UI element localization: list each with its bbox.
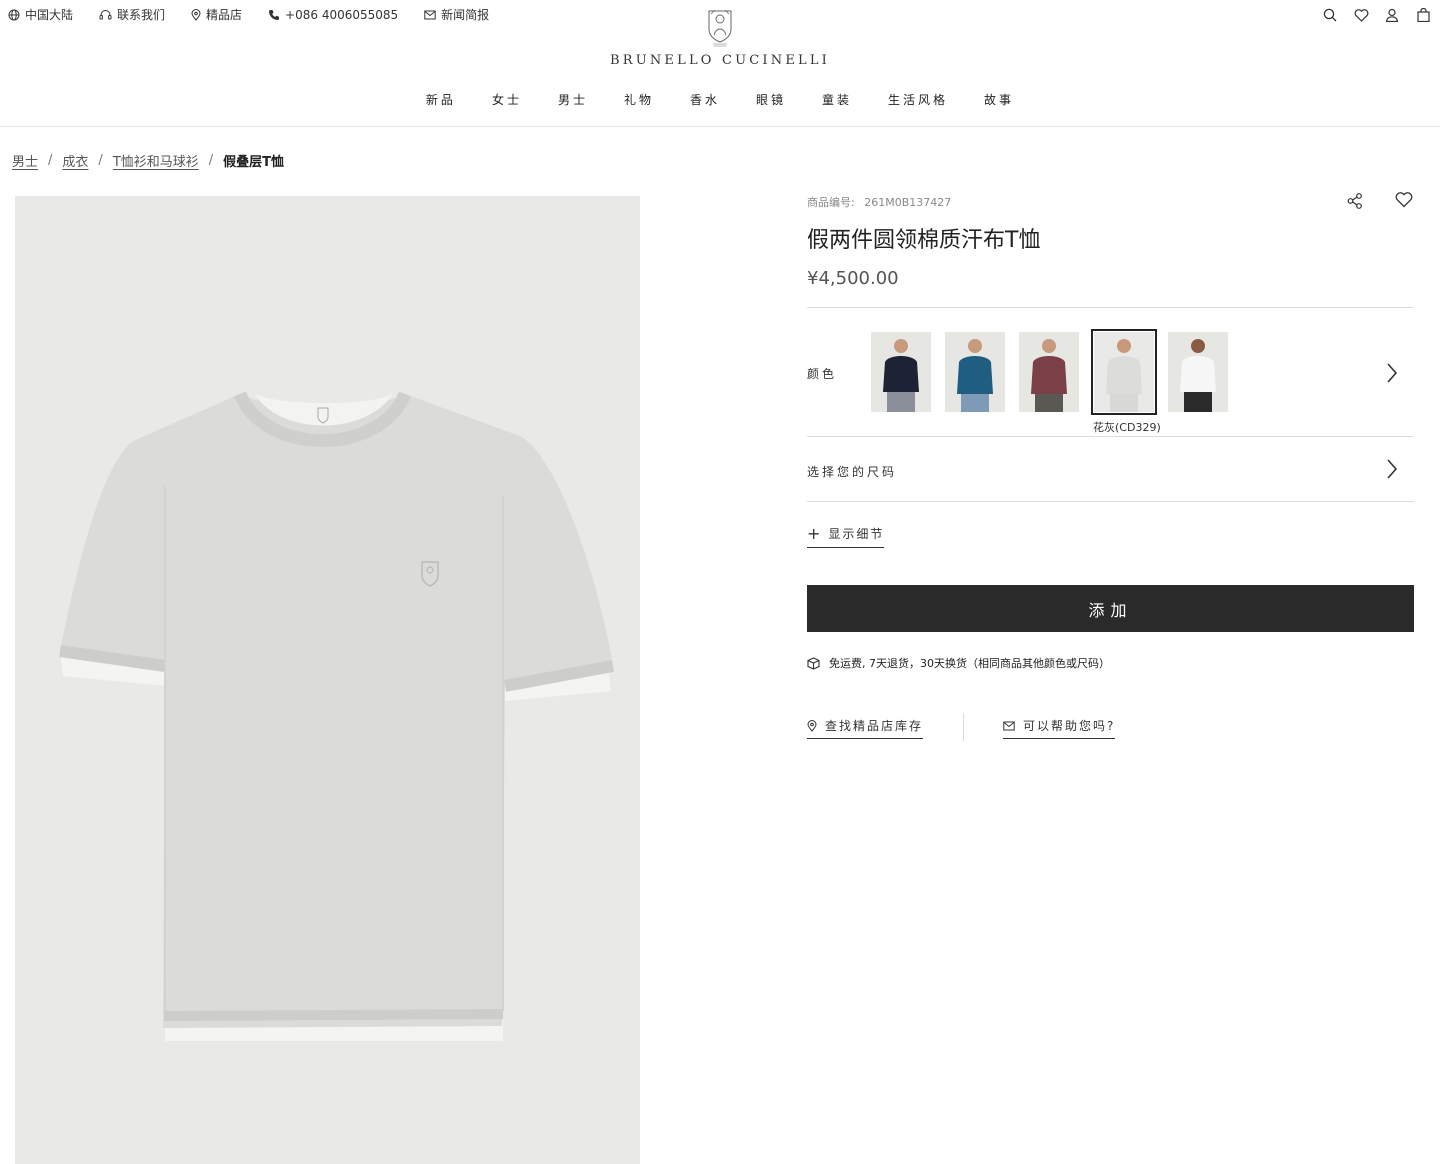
size-selector[interactable]: 选择您的尺码 [807,463,897,480]
chevron-right-icon [1387,363,1398,383]
brand-name: BRUNELLO CUCINELLI [609,53,831,68]
find-store-stock-label: 查找精品店库存 [825,719,924,733]
header-divider [0,126,1440,127]
nav-item-fragrance[interactable]: 香水 [690,91,720,108]
share-button[interactable] [1346,192,1364,210]
model-thumbnail [871,332,931,412]
brand-logo[interactable]: BRUNELLO CUCINELLI [0,5,1440,68]
brand-crest-icon [708,9,732,47]
nav-item-story[interactable]: 故事 [984,91,1014,108]
breadcrumb-current: 假叠层T恤 [223,155,285,170]
location-pin-icon [807,719,817,732]
show-details-toggle[interactable]: + 显示细节 [807,524,885,548]
model-thumbnail [1094,332,1154,412]
shipping-text: 免运费, 7天退货，30天换货（相同商品其他颜色或尺码） [829,657,1110,670]
product-wishlist-button[interactable] [1395,192,1413,210]
model-thumbnail [1019,332,1079,412]
divider [807,307,1414,308]
color-swatch-teal[interactable] [945,332,1005,412]
model-thumbnail [1168,332,1228,412]
breadcrumb-separator: / [208,153,214,168]
breadcrumb-link-tshirts[interactable]: T恤衫和马球衫 [113,151,199,170]
colors-next-button[interactable] [1385,362,1399,384]
selected-color-name: 花灰(CD329) [1093,421,1161,434]
breadcrumb-link-clothing[interactable]: 成衣 [62,151,88,170]
find-store-stock-link[interactable]: 查找精品店库存 [807,717,924,739]
divider [807,501,1414,502]
nav-item-men[interactable]: 男士 [558,91,588,108]
tshirt-illustration [59,391,615,1041]
heart-icon [1395,192,1413,208]
size-selector-chevron[interactable] [1385,458,1399,480]
product-image[interactable] [15,196,640,1164]
product-sku: 商品编号: 261M0B137427 [807,194,951,210]
color-label: 颜色 [807,367,838,381]
divider [807,436,1414,437]
color-swatch-white[interactable] [1168,332,1228,412]
main-nav: 新品 女士 男士 礼物 香水 眼镜 童装 生活风格 故事 [0,91,1440,108]
breadcrumb: 男士 / 成衣 / T恤衫和马球衫 / 假叠层T恤 [12,151,284,170]
box-icon [807,656,820,670]
share-icon [1347,193,1362,209]
add-to-bag-button[interactable]: 添加 [807,585,1414,632]
sku-label: 商品编号: [807,196,855,209]
chevron-right-icon [1387,459,1398,479]
breadcrumb-link-men[interactable]: 男士 [12,151,38,170]
nav-item-gifts[interactable]: 礼物 [624,91,654,108]
color-swatch-navy[interactable] [871,332,931,412]
nav-item-new[interactable]: 新品 [426,91,456,108]
link-divider [963,713,964,741]
breadcrumb-separator: / [98,153,103,168]
help-link[interactable]: 可以帮助您吗? [1003,717,1116,739]
model-thumbnail [945,332,1005,412]
show-details-label: 显示细节 [828,527,885,541]
breadcrumb-separator: / [48,153,53,168]
nav-item-eyewear[interactable]: 眼镜 [756,91,786,108]
nav-item-lifestyle[interactable]: 生活风格 [888,91,948,108]
sku-value: 261M0B137427 [864,196,952,209]
nav-item-kids[interactable]: 童装 [822,91,852,108]
plus-icon: + [807,524,821,543]
mail-icon [1003,721,1015,730]
product-price: ¥4,500.00 [807,268,899,289]
help-label: 可以帮助您吗? [1023,719,1116,733]
product-title: 假两件圆领棉质汗布T恤 [807,228,1041,253]
shipping-info: 免运费, 7天退货，30天换货（相同商品其他颜色或尺码） [807,655,1110,671]
color-swatch-grey[interactable] [1091,329,1157,415]
color-swatch-burgundy[interactable] [1019,332,1079,412]
nav-item-women[interactable]: 女士 [492,91,522,108]
